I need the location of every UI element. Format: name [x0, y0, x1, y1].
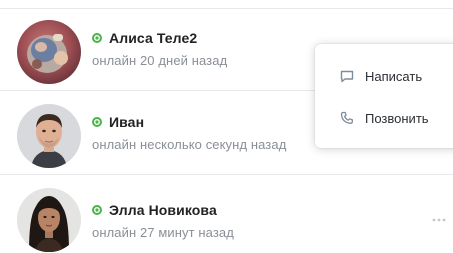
avatar-alisa-image — [17, 20, 81, 84]
avatar-ella-image — [17, 188, 81, 252]
phone-icon — [340, 111, 353, 124]
call-menu-item[interactable]: Позвонить — [315, 98, 453, 138]
contact-row-ella[interactable]: Элла Новикова онлайн 27 минут назад — [0, 176, 453, 253]
avatar[interactable] — [17, 188, 81, 252]
write-message-menu-item[interactable]: Написать — [315, 56, 453, 96]
online-dot-icon — [92, 33, 102, 43]
menu-item-label: Позвонить — [365, 110, 429, 126]
contacts-panel: Алиса Теле2 онлайн 20 дней назад Иван он… — [0, 0, 453, 253]
name-line: Алиса Теле2 — [92, 28, 197, 48]
avatar[interactable] — [17, 20, 81, 84]
online-status: онлайн 27 минут назад — [92, 225, 234, 240]
contact-name[interactable]: Иван — [109, 114, 144, 130]
contact-name[interactable]: Алиса Теле2 — [109, 30, 197, 46]
online-dot-icon — [92, 205, 102, 215]
avatar-ivan-image — [17, 104, 81, 168]
menu-item-label: Написать — [365, 68, 423, 84]
contact-actions-menu: Написать Позвонить — [315, 44, 453, 148]
avatar[interactable] — [17, 104, 81, 168]
name-line: Элла Новикова — [92, 200, 217, 220]
more-actions-icon[interactable] — [431, 217, 447, 223]
name-line: Иван — [92, 112, 144, 132]
online-status: онлайн несколько секунд назад — [92, 137, 287, 152]
message-icon — [340, 70, 354, 83]
online-dot-icon — [92, 117, 102, 127]
contact-name[interactable]: Элла Новикова — [109, 202, 217, 218]
online-status: онлайн 20 дней назад — [92, 53, 228, 68]
